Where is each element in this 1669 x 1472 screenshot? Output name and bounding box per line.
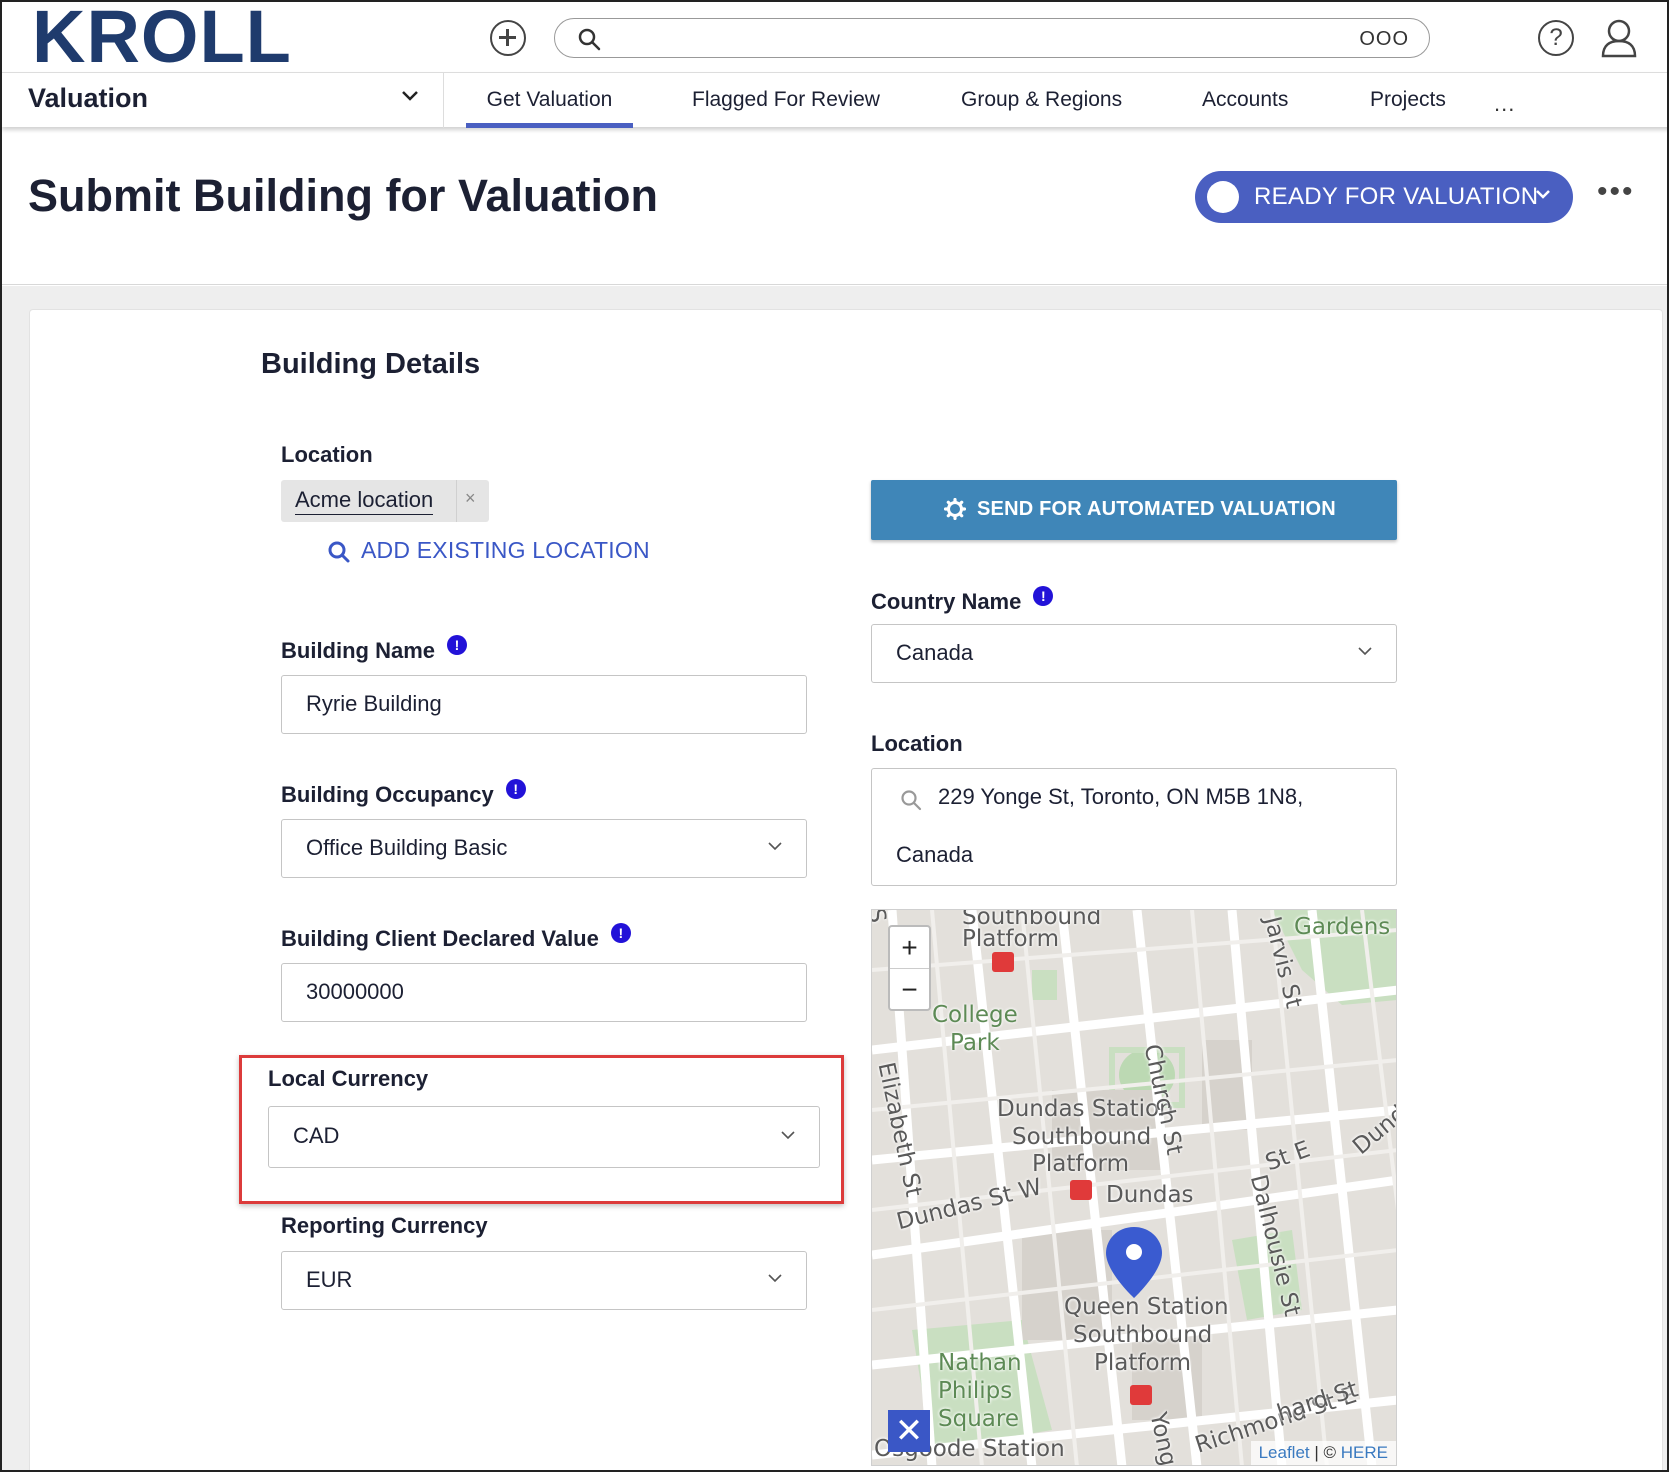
tab-get-valuation[interactable]: Get Valuation [466, 73, 633, 128]
here-link[interactable]: HERE [1341, 1443, 1388, 1462]
module-nav: Valuation Get Valuation Flagged For Revi… [2, 72, 1667, 128]
add-icon[interactable] [490, 20, 526, 56]
location-chip-label[interactable]: Acme location [295, 487, 434, 515]
search-icon [578, 28, 601, 51]
building-occupancy-select[interactable]: Office Building Basic [281, 819, 807, 878]
leaflet-link[interactable]: Leaflet [1259, 1443, 1310, 1462]
map-label: Southbound [1073, 1322, 1213, 1348]
search-options-icon[interactable]: OOO [1359, 28, 1409, 51]
send-button-label: SEND FOR AUTOMATED VALUATION [977, 498, 1336, 520]
tab-accounts[interactable]: Accounts [1202, 73, 1288, 128]
chevron-down-icon [1536, 190, 1550, 199]
chevron-down-icon [402, 91, 418, 101]
gear-icon [944, 498, 966, 520]
map-label: Dundas Station [997, 1096, 1174, 1122]
status-dot-icon [1207, 181, 1239, 213]
building-occupancy-label-text: Building Occupancy [281, 782, 494, 807]
nav-more-icon[interactable]: ... [1494, 91, 1515, 117]
local-currency-select[interactable]: CAD [268, 1106, 820, 1168]
address-line-2: Canada [896, 842, 974, 867]
location-chip[interactable]: Acme location × [281, 480, 489, 522]
tab-group-regions[interactable]: Group & Regions [961, 73, 1122, 128]
status-label: READY FOR VALUATION [1254, 183, 1539, 210]
zoom-in-button[interactable]: + [890, 927, 929, 969]
declared-value-field[interactable]: 30000000 [281, 963, 807, 1022]
map-label: Philips [938, 1378, 1013, 1404]
address-location-label: Location [871, 731, 963, 756]
page-title: Submit Building for Valuation [28, 170, 658, 221]
search-icon [901, 790, 922, 811]
close-map-icon[interactable]: ✕ [888, 1410, 930, 1452]
local-currency-label: Local Currency [268, 1066, 429, 1091]
remove-chip-icon[interactable]: × [465, 488, 476, 509]
map-label: Gardens [1294, 914, 1391, 940]
required-icon: ! [505, 779, 526, 799]
required-icon: ! [610, 923, 631, 943]
map-label: Park [950, 1030, 1000, 1056]
country-name-label-text: Country Name [871, 589, 1022, 614]
declared-value-label-text: Building Client Declared Value [281, 926, 599, 951]
country-name-label: Country Name! [871, 586, 1054, 615]
map-label: Dundas [1106, 1182, 1194, 1208]
map-label: Nathan [938, 1350, 1022, 1376]
chevron-down-icon [781, 1131, 795, 1140]
help-icon[interactable]: ? [1538, 20, 1574, 56]
zoom-out-button[interactable]: − [890, 969, 929, 1011]
required-icon: ! [1033, 586, 1054, 606]
building-name-label: Building Name! [281, 635, 468, 664]
module-label: Valuation [28, 83, 149, 113]
map-label: College [932, 1002, 1018, 1028]
page-header: Submit Building for Valuation READY FOR … [2, 127, 1667, 285]
tab-flagged-for-review[interactable]: Flagged For Review [692, 73, 880, 128]
chevron-down-icon [768, 1274, 782, 1283]
required-icon: ! [447, 635, 468, 655]
kroll-logo[interactable]: KROLL [32, 2, 292, 74]
form-card [29, 309, 1663, 1470]
status-dropdown[interactable]: READY FOR VALUATION [1195, 171, 1573, 223]
tab-projects[interactable]: Projects [1370, 73, 1446, 128]
reporting-currency-value: EUR [306, 1267, 353, 1292]
declared-value-label: Building Client Declared Value! [281, 923, 631, 952]
country-name-select[interactable]: Canada [871, 624, 1397, 683]
map-attribution: Leaflet | © HERE [1250, 1441, 1396, 1465]
section-title: Building Details [261, 348, 481, 380]
global-search[interactable]: OOO [554, 18, 1430, 58]
user-icon[interactable] [1600, 18, 1638, 58]
search-input[interactable] [615, 25, 1315, 51]
logo-text: KROLL [32, 0, 292, 78]
search-icon [328, 541, 350, 563]
map-label: Southbound [1012, 1124, 1152, 1150]
map-label: Square [938, 1406, 1019, 1432]
building-name-value: Ryrie Building [306, 691, 442, 716]
location-map[interactable]: Southbound Platform College Park Gardens… [871, 909, 1397, 1466]
more-options-icon[interactable]: ••• [1597, 177, 1635, 207]
top-header: KROLL OOO ? [2, 2, 1667, 74]
country-name-value: Canada [896, 640, 974, 665]
chip-divider [456, 480, 457, 522]
reporting-currency-select[interactable]: EUR [281, 1251, 807, 1310]
location-label: Location [281, 442, 373, 467]
add-existing-location-label: ADD EXISTING LOCATION [361, 537, 650, 563]
chevron-down-icon [768, 842, 782, 851]
building-name-label-text: Building Name [281, 638, 436, 663]
building-occupancy-value: Office Building Basic [306, 835, 508, 860]
address-line-1: 229 Yonge St, Toronto, ON M5B 1N8, [938, 784, 1304, 809]
building-name-field[interactable]: Ryrie Building [281, 675, 807, 734]
send-for-automated-valuation-button[interactable]: SEND FOR AUTOMATED VALUATION [871, 480, 1397, 540]
local-currency-value: CAD [293, 1123, 340, 1148]
attribution-separator: | © [1309, 1443, 1341, 1462]
map-label: Platform [962, 926, 1059, 952]
app-window: KROLL OOO ? Valuation Get Valuation Flag… [0, 0, 1669, 1472]
reporting-currency-label: Reporting Currency [281, 1213, 488, 1238]
map-label: Platform [1094, 1350, 1191, 1376]
chevron-down-icon [1358, 647, 1372, 656]
map-label: Platform [1032, 1151, 1129, 1177]
building-occupancy-label: Building Occupancy! [281, 779, 526, 808]
declared-value: 30000000 [306, 979, 404, 1004]
map-label: Queen Station [1064, 1294, 1229, 1320]
module-selector[interactable]: Valuation [2, 73, 444, 128]
add-existing-location-link[interactable]: ADD EXISTING LOCATION [327, 537, 650, 564]
address-search-field[interactable]: 229 Yonge St, Toronto, ON M5B 1N8, Canad… [871, 768, 1397, 886]
map-zoom-control: + − [888, 925, 931, 1011]
